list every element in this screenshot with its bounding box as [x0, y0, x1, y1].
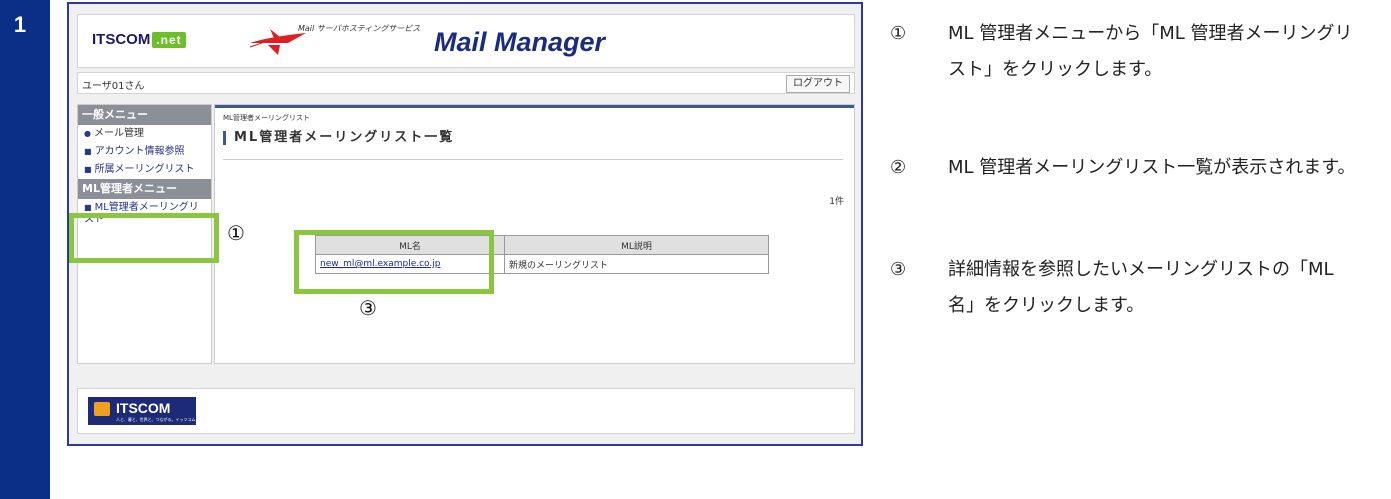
brand-text: ITSCOM	[92, 31, 151, 48]
instruction-number: ③	[890, 259, 907, 280]
sidebar-item-label: アカウント情報参照	[94, 146, 185, 157]
sidebar-heading-general: 一般メニュー	[78, 105, 211, 125]
app-header: ITSCOM .net Mail サーバホスティングサービス Mail Manag…	[77, 14, 855, 68]
brand-net-badge: .net	[152, 32, 186, 48]
highlight-box-sidebar	[69, 213, 219, 263]
circle-bullet-icon: ●	[84, 129, 91, 138]
result-count: 1件	[829, 197, 844, 207]
sidebar-item-member-ml[interactable]: ■ 所属メーリングリスト	[78, 161, 211, 179]
logout-button[interactable]: ログアウト	[786, 75, 850, 93]
sidebar-item-mail-admin[interactable]: ● メール管理	[78, 125, 211, 143]
title-divider	[223, 159, 843, 160]
highlight-box-ml-name	[294, 230, 494, 294]
footer-logo: ITSCOM 人と、暮と、世界と、つながる。イッツコム	[88, 397, 196, 425]
footer: ITSCOM 人と、暮と、世界と、つながる。イッツコム	[77, 388, 855, 434]
sidebar-item-label: 所属メーリングリスト	[94, 164, 195, 175]
instruction-3: ③ 詳細情報を参照したいメーリングリストの「ML 名」をクリックします。	[890, 252, 1360, 324]
username: ユーザ01さん	[82, 81, 145, 92]
page-title: ML管理者メーリングリスト一覧	[223, 131, 454, 145]
instruction-number: ①	[890, 23, 907, 44]
service-subtitle: Mail サーバホスティングサービス	[298, 24, 421, 33]
main-top-rule	[215, 105, 854, 108]
brand-logo: ITSCOM .net	[92, 31, 186, 48]
instruction-text: 詳細情報を参照したいメーリングリストの「ML 名」をクリックします。	[948, 259, 1334, 316]
column-header-ml-description: ML説明	[504, 235, 769, 255]
instruction-text: ML 管理者メニューから「ML 管理者メーリングリスト」をクリックします。	[948, 23, 1353, 80]
footer-tagline: 人と、暮と、世界と、つながる。イッツコム	[116, 417, 196, 422]
square-bullet-icon: ■	[84, 147, 92, 156]
sidebar-heading-ml-admin: ML管理者メニュー	[78, 179, 211, 199]
sidebar-item-account-info[interactable]: ■ アカウント情報参照	[78, 143, 211, 161]
step-marker-3: ③	[359, 296, 377, 320]
instruction-2: ② ML 管理者メーリングリスト一覧が表示されます。	[890, 150, 1360, 186]
screenshot-frame: ITSCOM .net Mail サーバホスティングサービス Mail Manag…	[67, 2, 863, 446]
instruction-1: ① ML 管理者メニューから「ML 管理者メーリングリスト」をクリックします。	[890, 16, 1360, 88]
itscom-mark-icon	[94, 402, 110, 416]
footer-logo-text: ITSCOM	[116, 400, 171, 416]
breadcrumb: ML管理者メーリングリスト	[223, 114, 310, 122]
step-number: 1	[13, 12, 27, 37]
square-bullet-icon: ■	[84, 165, 92, 174]
service-title: Mail Manager	[434, 27, 606, 57]
user-bar: ユーザ01さん ログアウト	[77, 72, 855, 94]
sidebar-item-label: メール管理	[93, 128, 144, 139]
square-bullet-icon: ■	[84, 203, 92, 212]
ml-description-cell: 新規のメーリングリスト	[504, 254, 769, 274]
instruction-number: ②	[890, 157, 907, 178]
instruction-text: ML 管理者メーリングリスト一覧が表示されます。	[948, 157, 1356, 178]
step-marker-1: ①	[227, 221, 245, 245]
step-sidebar: 1	[0, 0, 50, 499]
